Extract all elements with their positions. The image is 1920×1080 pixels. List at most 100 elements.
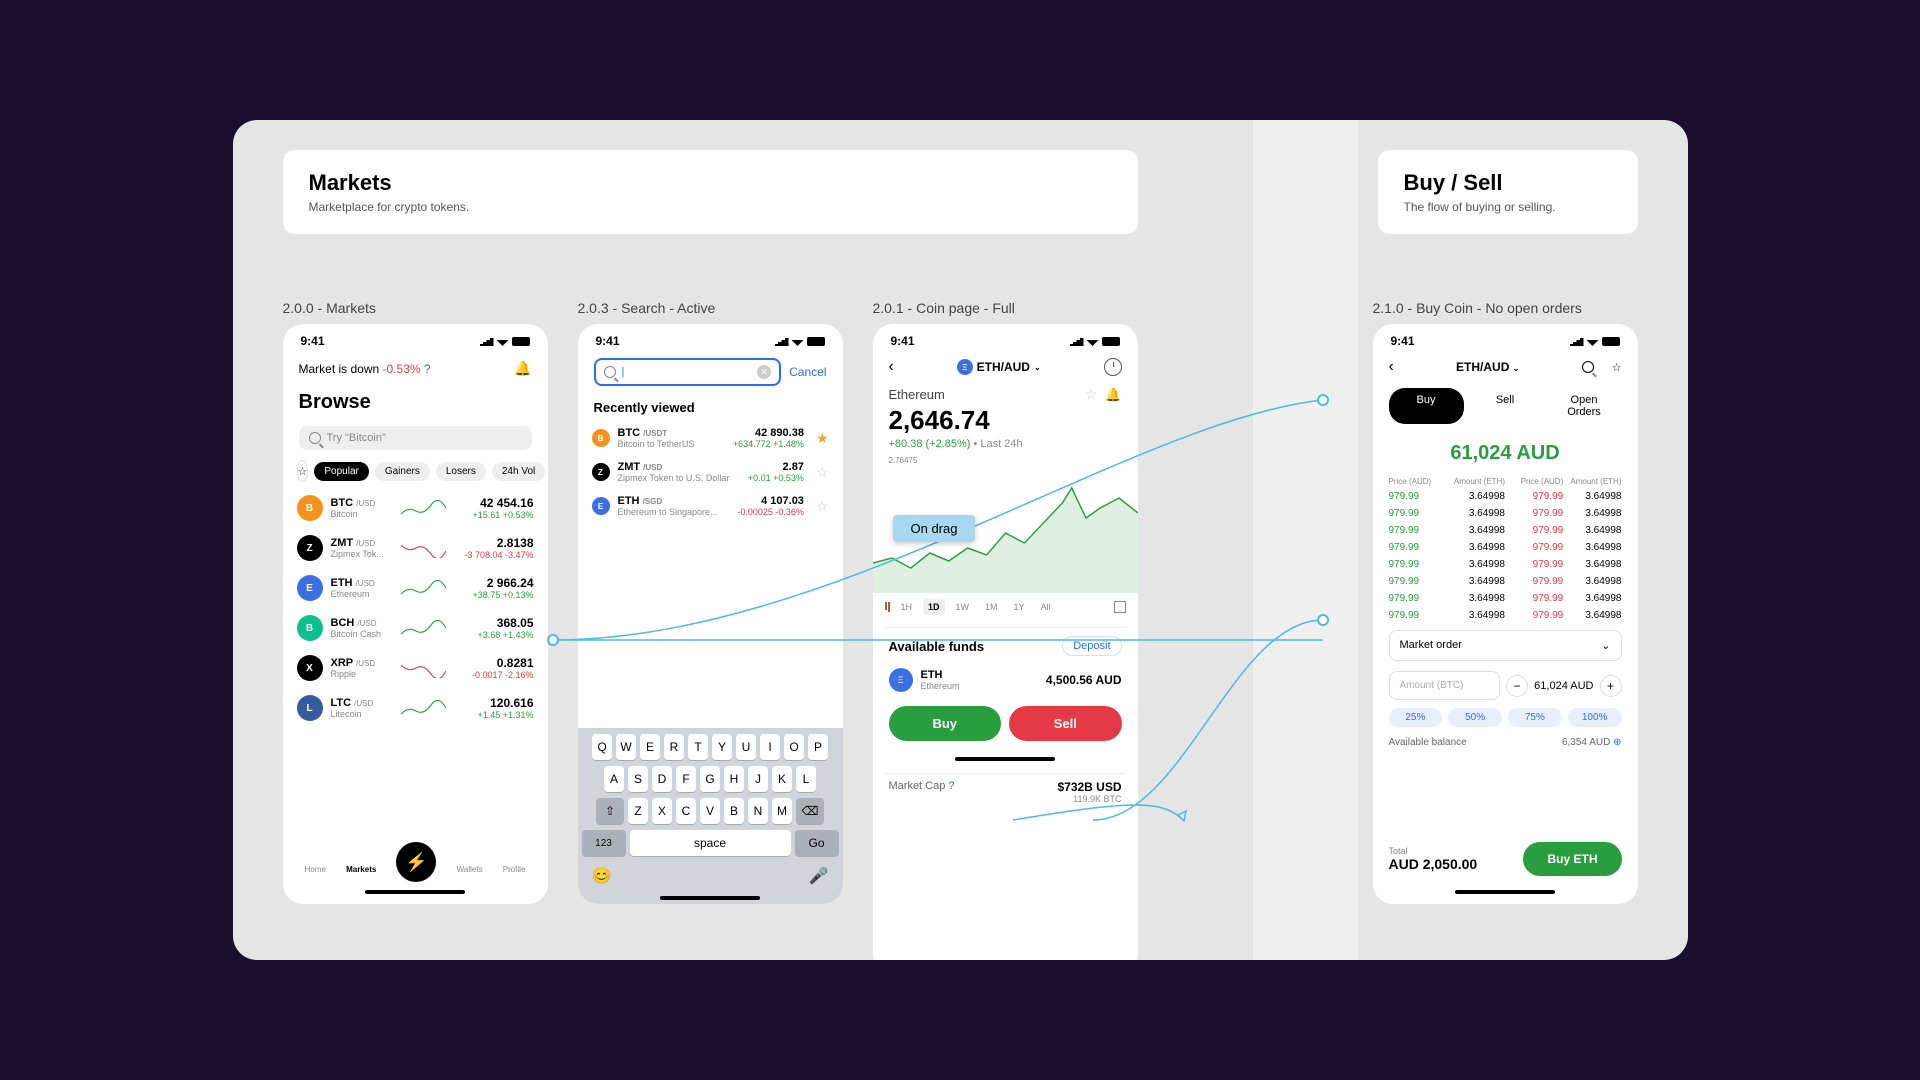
tab-sell[interactable]: Sell — [1468, 388, 1543, 424]
coin-row[interactable]: Z ZMT /USDZipmex Tok... 2.8138-3 708.04 … — [295, 528, 536, 568]
key-J[interactable]: J — [748, 766, 768, 792]
key-H[interactable]: H — [724, 766, 744, 792]
key-E[interactable]: E — [640, 734, 660, 760]
search-icon[interactable] — [1582, 361, 1594, 373]
key-D[interactable]: D — [652, 766, 672, 792]
chip-popular[interactable]: Popular — [314, 462, 368, 481]
chip-gainers[interactable]: Gainers — [375, 462, 430, 481]
nav-markets[interactable]: Markets — [346, 865, 376, 874]
back-button[interactable]: ‹ — [889, 358, 894, 376]
num-key[interactable]: 123 — [582, 830, 626, 856]
chip-losers[interactable]: Losers — [436, 462, 486, 481]
star-icon[interactable]: ☆ — [816, 498, 829, 515]
buy-button[interactable]: Buy — [889, 706, 1002, 741]
book-row[interactable]: 979.993.64998979.993.64998 — [1385, 607, 1626, 624]
order-type-selector[interactable]: Market order⌄ — [1389, 630, 1622, 661]
book-row[interactable]: 979.993.64998979.993.64998 — [1385, 539, 1626, 556]
coin-row[interactable]: E ETH /USDEthereum 2 966.24+38.75 +0.13% — [295, 568, 536, 608]
key-K[interactable]: K — [772, 766, 792, 792]
cancel-link[interactable]: Cancel — [789, 365, 826, 379]
book-row[interactable]: 979.993.64998979.993.64998 — [1385, 573, 1626, 590]
coin-row[interactable]: X XRP /USDRipple 0.8281-0.0017 -2.16% — [295, 648, 536, 688]
star-icon[interactable]: ☆ — [1085, 386, 1098, 402]
nav-profile[interactable]: Profile — [503, 865, 526, 874]
pair-selector[interactable]: ETH/AUD ⌄ — [1404, 360, 1572, 374]
favorites-chip[interactable]: ☆ — [297, 460, 309, 482]
recent-row[interactable]: B BTC /USDTBitcoin to TetherUS 42 890.38… — [590, 421, 831, 455]
plus-button[interactable]: + — [1600, 675, 1622, 697]
sell-button[interactable]: Sell — [1009, 706, 1122, 741]
star-icon[interactable]: ☆ — [1612, 361, 1622, 374]
history-icon[interactable] — [1104, 358, 1122, 376]
key-I[interactable]: I — [760, 734, 780, 760]
minus-button[interactable]: − — [1506, 675, 1528, 697]
key-A[interactable]: A — [604, 766, 624, 792]
price-chart[interactable]: On drag — [873, 473, 1138, 593]
key-N[interactable]: N — [748, 798, 768, 824]
book-row[interactable]: 979.993.64998979.993.64998 — [1385, 505, 1626, 522]
fund-row[interactable]: Ξ ETH Ethereum 4,500.56 AUD — [885, 664, 1126, 696]
book-row[interactable]: 979.993.64998979.993.64998 — [1385, 522, 1626, 539]
chip-vol[interactable]: 24h Vol — [492, 462, 545, 481]
key-C[interactable]: C — [676, 798, 696, 824]
space-key[interactable]: space — [630, 830, 791, 856]
key-M[interactable]: M — [772, 798, 792, 824]
deposit-button[interactable]: Deposit — [1062, 636, 1121, 656]
key-U[interactable]: U — [736, 734, 756, 760]
candlestick-icon[interactable] — [885, 602, 890, 612]
pct-50[interactable]: 50% — [1448, 708, 1502, 727]
pct-100[interactable]: 100% — [1568, 708, 1622, 727]
back-button[interactable]: ‹ — [1389, 358, 1394, 376]
bell-icon[interactable]: 🔔 — [1105, 387, 1121, 402]
tab-1h[interactable]: 1H — [896, 599, 918, 615]
key-Q[interactable]: Q — [592, 734, 612, 760]
pct-75[interactable]: 75% — [1508, 708, 1562, 727]
tab-1w[interactable]: 1W — [951, 599, 975, 615]
key-X[interactable]: X — [652, 798, 672, 824]
recent-row[interactable]: Z ZMT /USDZipmex Token to U.S. Dollar 2.… — [590, 455, 831, 489]
tab-1d[interactable]: 1D — [923, 599, 945, 615]
emoji-key[interactable]: 😊 — [592, 866, 612, 886]
key-O[interactable]: O — [784, 734, 804, 760]
tab-all[interactable]: All — [1036, 599, 1056, 615]
key-G[interactable]: G — [700, 766, 720, 792]
coin-row[interactable]: L LTC /USDLitecoin 120.616+1.45 +1.31% — [295, 688, 536, 728]
book-row[interactable]: 979.993.64998979.993.64998 — [1385, 590, 1626, 607]
amount-input[interactable]: Amount (BTC) — [1389, 671, 1501, 700]
star-icon[interactable]: ★ — [816, 430, 829, 447]
frame-markets[interactable]: 2.0.0 - Markets 9:41 Market is down -0.5… — [283, 300, 548, 960]
go-key[interactable]: Go — [795, 830, 839, 856]
frame-buy[interactable]: 2.1.0 - Buy Coin - No open orders 9:41 ‹… — [1373, 300, 1638, 904]
bell-icon[interactable]: 🔔 — [514, 360, 531, 377]
search-field-active[interactable]: | ✕ — [594, 358, 782, 386]
key-B[interactable]: B — [724, 798, 744, 824]
nav-wallets[interactable]: Wallets — [457, 865, 483, 874]
tab-1y[interactable]: 1Y — [1009, 599, 1030, 615]
recent-row[interactable]: E ETH /SGDEthereum to Singapore... 4 107… — [590, 489, 831, 523]
tab-orders[interactable]: Open Orders — [1547, 388, 1622, 424]
frame-coin[interactable]: 2.0.1 - Coin page - Full 9:41 ‹ Ξ ETH/AU… — [873, 300, 1138, 960]
star-icon[interactable]: ☆ — [816, 464, 829, 481]
key-R[interactable]: R — [664, 734, 684, 760]
key-P[interactable]: P — [808, 734, 828, 760]
book-row[interactable]: 979.993.64998979.993.64998 — [1385, 488, 1626, 505]
backspace-key[interactable]: ⌫ — [796, 798, 824, 824]
key-T[interactable]: T — [688, 734, 708, 760]
pct-25[interactable]: 25% — [1389, 708, 1443, 727]
key-S[interactable]: S — [628, 766, 648, 792]
key-Y[interactable]: Y — [712, 734, 732, 760]
book-row[interactable]: 979.993.64998979.993.64998 — [1385, 556, 1626, 573]
nav-home[interactable]: Home — [305, 865, 326, 874]
tab-buy[interactable]: Buy — [1389, 388, 1464, 424]
expand-icon[interactable] — [1114, 601, 1126, 613]
key-V[interactable]: V — [700, 798, 720, 824]
pair-selector[interactable]: Ξ ETH/AUD ⌄ — [957, 359, 1041, 375]
frame-search[interactable]: 2.0.3 - Search - Active 9:41 | ✕ Cancel … — [578, 300, 843, 960]
key-Z[interactable]: Z — [628, 798, 648, 824]
buy-cta[interactable]: Buy ETH — [1523, 842, 1621, 876]
nav-center-button[interactable]: ⚡ — [396, 842, 436, 882]
search-input[interactable]: Try "Bitcoin" — [299, 426, 532, 450]
mic-key[interactable]: 🎤 — [809, 866, 829, 886]
clear-icon[interactable]: ✕ — [757, 365, 771, 379]
key-F[interactable]: F — [676, 766, 696, 792]
